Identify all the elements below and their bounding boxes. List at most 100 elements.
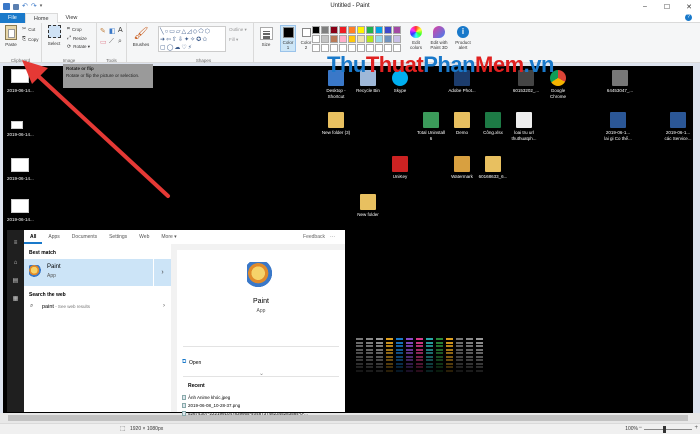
- close-button[interactable]: ✕: [678, 0, 700, 13]
- desktop-thumbnail: [11, 69, 29, 83]
- color-swatch[interactable]: [384, 35, 392, 43]
- search-tab-more[interactable]: More ▾: [155, 234, 182, 240]
- color-picker-icon[interactable]: ⟋: [109, 38, 114, 46]
- shapes-gallery[interactable]: ╲○▭▱△◿◇⬠⬡ ➜⇦⇧⇩✦✧✪✩ ▢◯☁♡⚡: [158, 26, 226, 52]
- zoom-in-button[interactable]: +: [694, 425, 698, 431]
- color2-button[interactable]: Color 2: [299, 26, 313, 50]
- edit-paint3d-button[interactable]: Edit with Paint 3D: [427, 26, 451, 50]
- color-swatch[interactable]: [339, 26, 347, 34]
- color-swatch[interactable]: [321, 35, 329, 43]
- select-button[interactable]: Select: [46, 25, 62, 46]
- search-tab-documents[interactable]: Documents: [66, 234, 103, 240]
- color-swatch[interactable]: [339, 35, 347, 43]
- color-swatch[interactable]: [312, 35, 320, 43]
- menu-icon[interactable]: ≡: [12, 240, 19, 246]
- color-swatch[interactable]: [384, 26, 392, 34]
- color-swatch[interactable]: [384, 44, 392, 52]
- color-swatch[interactable]: [393, 44, 401, 52]
- tab-home[interactable]: Home: [24, 13, 58, 23]
- chevron-right-icon[interactable]: ›: [153, 259, 171, 286]
- color-swatch[interactable]: [321, 44, 329, 52]
- minimize-button[interactable]: –: [634, 0, 656, 13]
- zoom-out-button[interactable]: −: [638, 425, 642, 431]
- color-swatch[interactable]: [330, 26, 338, 34]
- web-result-item[interactable]: ⌕ paint - See web results ›: [24, 301, 171, 313]
- best-match-item[interactable]: Paint App ›: [24, 259, 171, 286]
- desktop-icon: Total Uninstall 6: [416, 112, 446, 141]
- desktop-icon-label: Adobe Phot...: [448, 88, 476, 93]
- search-tab-web[interactable]: Web: [133, 234, 155, 240]
- color-swatch[interactable]: [375, 26, 383, 34]
- search-tab-apps[interactable]: Apps: [42, 234, 65, 240]
- color-swatch[interactable]: [348, 44, 356, 52]
- copy-button[interactable]: ⎘ Copy: [22, 36, 39, 42]
- home-icon[interactable]: ⌂: [12, 260, 19, 266]
- fill-icon[interactable]: ◧: [109, 27, 116, 35]
- color-swatch[interactable]: [357, 44, 365, 52]
- desktop-icon-label: 60168633_6...: [478, 174, 508, 179]
- color-swatch[interactable]: [366, 44, 374, 52]
- color-swatch[interactable]: [348, 26, 356, 34]
- open-action[interactable]: Open: [189, 360, 201, 366]
- edit-colors-button[interactable]: Edit colors: [406, 26, 426, 50]
- paste-label: Paste: [5, 42, 17, 47]
- more-options-button[interactable]: ···: [330, 234, 335, 240]
- tooltip-title: Rotate or flip: [66, 66, 94, 71]
- search-tab-all[interactable]: All: [24, 230, 43, 244]
- color-swatch[interactable]: [393, 35, 401, 43]
- rotate-button[interactable]: ⟳ Rotate ▾: [67, 44, 90, 50]
- color-swatch[interactable]: [393, 26, 401, 34]
- maximize-button[interactable]: ☐: [656, 0, 678, 13]
- cut-button[interactable]: ✂ Cut: [22, 26, 35, 32]
- wallpaper-bar: [446, 338, 453, 372]
- color2-swatch: [301, 28, 311, 37]
- help-icon[interactable]: ?: [685, 14, 692, 21]
- color-swatch[interactable]: [339, 44, 347, 52]
- outline-button[interactable]: Outline ▾: [229, 27, 247, 33]
- paste-button[interactable]: Paste: [3, 25, 19, 47]
- color-swatch[interactable]: [312, 26, 320, 34]
- zoom-slider-thumb[interactable]: [663, 426, 666, 433]
- color-swatch[interactable]: [366, 26, 374, 34]
- desktop-icon-label: Skype: [393, 88, 407, 93]
- desktop-icon: 2019-06-1... các Service...: [663, 112, 693, 141]
- color-swatch[interactable]: [357, 26, 365, 34]
- scrollbar-thumb[interactable]: [8, 415, 688, 421]
- color-swatch[interactable]: [330, 44, 338, 52]
- recent-file[interactable]: Ảnh Anime khóc.jpeg: [188, 395, 230, 400]
- color-palette[interactable]: [312, 26, 401, 52]
- color-swatch[interactable]: [312, 44, 320, 52]
- tab-view[interactable]: View: [58, 13, 86, 23]
- color-swatch[interactable]: [357, 35, 365, 43]
- color-swatch[interactable]: [375, 44, 383, 52]
- color-swatch[interactable]: [330, 35, 338, 43]
- crop-button[interactable]: ⌗ Crop: [67, 26, 82, 32]
- text-icon[interactable]: A: [118, 27, 123, 34]
- folder-icon: [328, 112, 344, 128]
- recent-file[interactable]: 2019-06-08_10-28-37.png: [188, 403, 240, 408]
- tab-file[interactable]: File: [0, 13, 25, 23]
- color-swatch[interactable]: [348, 35, 356, 43]
- zoom-slider[interactable]: [644, 429, 692, 430]
- color1-button[interactable]: Color 1: [280, 25, 296, 52]
- pencil-icon[interactable]: ✎: [100, 27, 106, 35]
- color-swatch[interactable]: [375, 35, 383, 43]
- wallpaper-bar: [476, 338, 483, 372]
- fill-button[interactable]: Fill ▾: [229, 37, 238, 43]
- size-button[interactable]: Size: [258, 27, 274, 47]
- horizontal-scrollbar[interactable]: [0, 413, 700, 423]
- search-tab-settings[interactable]: Settings: [103, 234, 133, 240]
- feedback-link[interactable]: Feedback: [303, 234, 325, 240]
- brushes-button[interactable]: 🖌 Brushes: [132, 26, 150, 47]
- status-bar: ⬚ 1920 × 1080px 100% − +: [0, 423, 700, 434]
- timeline-icon[interactable]: ▦: [12, 296, 19, 302]
- eraser-icon[interactable]: ▭: [100, 38, 107, 46]
- color-swatch[interactable]: [366, 35, 374, 43]
- wallpaper-bar: [436, 338, 443, 372]
- product-alert-button[interactable]: i Product alert: [452, 26, 474, 50]
- magnifier-icon[interactable]: ⌕: [118, 38, 122, 46]
- recent-file[interactable]: 52674307-2221991047839955-40487374823452…: [188, 411, 338, 416]
- color-swatch[interactable]: [321, 26, 329, 34]
- resize-button[interactable]: ⤢ Resize: [67, 35, 87, 41]
- document-icon[interactable]: ▤: [12, 278, 19, 284]
